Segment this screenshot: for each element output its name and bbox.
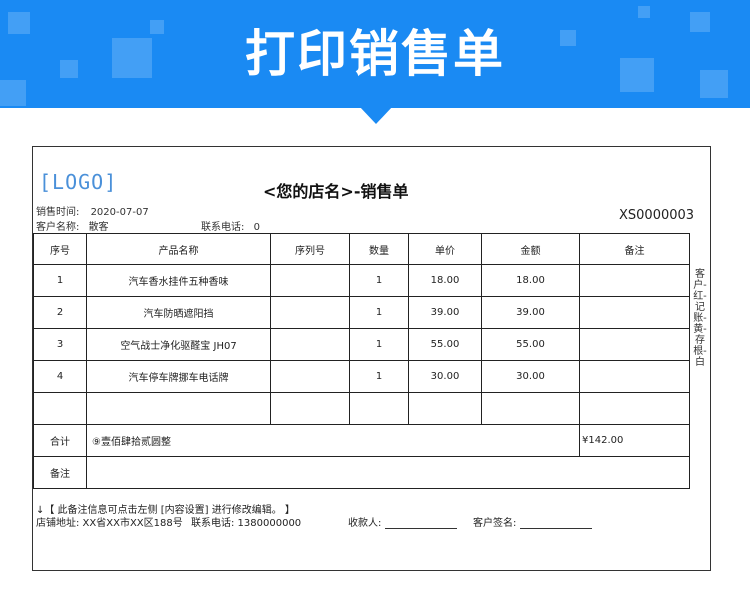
cell-index: 3 [33,328,87,361]
table-row: 4 汽车停车牌挪车电话牌 1 30.00 30.00 [33,360,690,393]
cell-index: 2 [33,296,87,329]
sale-time-value: 2020-07-07 [90,207,149,218]
total-row: 合计 ⑨壹佰肆拾贰圆整 ¥142.00 [33,424,690,457]
banner-decoration [638,6,650,18]
receipt-title: <您的店名>-销售单 [263,182,409,201]
customer-label: 客户名称: [36,222,80,233]
signature-label: 客户签名: [473,518,517,529]
cell-index: 4 [33,360,87,393]
cell-qty: 1 [349,360,409,393]
cell-product: 空气战士净化驱醛宝 JH07 [86,328,271,361]
cell-product: 汽车香水挂件五种香味 [86,264,271,297]
cell-qty: 1 [349,296,409,329]
column-header: 序列号 [270,233,350,265]
cell-price [408,392,482,425]
sales-receipt: [LOGO] <您的店名>-销售单 销售时间: 2020-07-07 客户名称:… [32,146,711,571]
column-header: 单价 [408,233,482,265]
phone-label: 联系电话: [201,222,245,233]
document-number: XS0000003 [619,208,695,223]
cell-remark [579,264,690,297]
remark-value [86,456,690,489]
cell-qty [349,392,409,425]
sale-time: 销售时间: 2020-07-07 [36,203,149,218]
cell-qty: 1 [349,264,409,297]
sale-time-label: 销售时间: [36,207,80,218]
cell-serial [270,296,350,329]
payee: 收款人: [348,514,457,529]
remark-row: 备注 [33,456,690,489]
cell-remark [579,296,690,329]
column-header: 序号 [33,233,87,265]
cell-serial [270,360,350,393]
table-row: 1 汽车香水挂件五种香味 1 18.00 18.00 [33,264,690,297]
table-row: 2 汽车防晒遮阳挡 1 39.00 39.00 [33,296,690,329]
cell-qty: 1 [349,328,409,361]
cell-amount [481,392,580,425]
customer-value: 散客 [88,222,109,233]
banner: 打印销售单 [0,0,750,108]
customer-signature: 客户签名: [473,514,592,529]
banner-pointer [359,106,393,124]
table-row-empty [33,392,690,425]
column-header: 数量 [349,233,409,265]
table-header-row: 序号 产品名称 序列号 数量 单价 金额 备注 [33,233,690,265]
column-header: 产品名称 [86,233,271,265]
cell-product: 汽车防晒遮阳挡 [86,296,271,329]
total-label: 合计 [33,424,87,457]
cell-price: 30.00 [408,360,482,393]
items-table: 序号 产品名称 序列号 数量 单价 金额 备注 1 汽车香水挂件五种香味 1 1… [33,233,690,489]
cell-product [86,392,271,425]
cell-serial [270,392,350,425]
column-header: 金额 [481,233,580,265]
cell-product: 汽车停车牌挪车电话牌 [86,360,271,393]
banner-title: 打印销售单 [245,25,505,83]
cell-remark [579,360,690,393]
cell-remark [579,392,690,425]
cell-index [33,392,87,425]
shop-phone: 联系电话: 1380000000 [191,518,302,529]
customer-phone: 联系电话: 0 [201,218,260,233]
cell-amount: 39.00 [481,296,580,329]
cell-amount: 30.00 [481,360,580,393]
payee-line [384,518,457,529]
phone-value: 0 [253,222,260,233]
cell-amount: 18.00 [481,264,580,297]
total-amount-words: ⑨壹佰肆拾贰圆整 [86,424,580,457]
shop-address: 店铺地址: XX省XX市XX区188号 [36,518,183,529]
cell-price: 18.00 [408,264,482,297]
signature-line [519,518,592,529]
column-header: 备注 [579,233,690,265]
customer-name: 客户名称: 散客 [36,218,109,233]
cell-amount: 55.00 [481,328,580,361]
cell-serial [270,328,350,361]
cell-price: 39.00 [408,296,482,329]
cell-remark [579,328,690,361]
remark-label: 备注 [33,456,87,489]
total-amount: ¥142.00 [579,424,690,457]
payee-label: 收款人: [348,518,382,529]
table-row: 3 空气战士净化驱醛宝 JH07 1 55.00 55.00 [33,328,690,361]
cell-serial [270,264,350,297]
cell-price: 55.00 [408,328,482,361]
cell-index: 1 [33,264,87,297]
logo-placeholder: [LOGO] [39,170,118,194]
copy-color-note: 客户-红-记账-黄-存根-白 [693,269,707,368]
